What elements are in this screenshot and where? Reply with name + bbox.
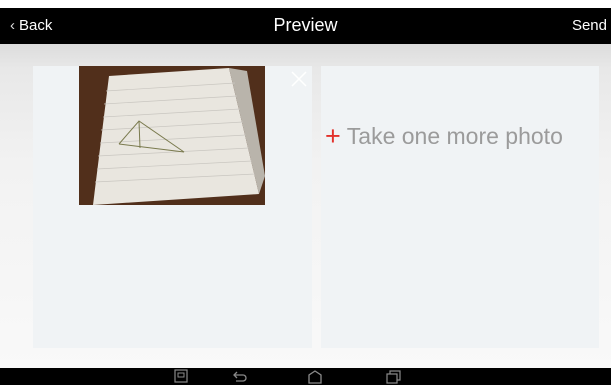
photo-thumbnail[interactable] [79,66,265,205]
send-button[interactable]: Send [572,17,607,34]
recent-apps-icon[interactable] [384,369,402,385]
system-navigation-bar [0,368,611,385]
close-icon[interactable] [289,69,309,89]
home-icon[interactable] [306,369,324,385]
page-title: Preview [273,15,338,35]
take-another-photo-button[interactable]: + Take one more photo [321,66,599,348]
preview-area: + Take one more photo [0,44,611,368]
photo-card [33,66,312,348]
top-app-bar: ‹ Back Preview Send [0,8,611,44]
plus-icon: + [325,121,341,151]
take-another-photo-label: Take one more photo [346,123,563,149]
take-another-photo-label-group: + Take one more photo [325,123,563,150]
back-icon[interactable] [230,369,248,385]
screenshot-icon[interactable] [172,369,190,385]
